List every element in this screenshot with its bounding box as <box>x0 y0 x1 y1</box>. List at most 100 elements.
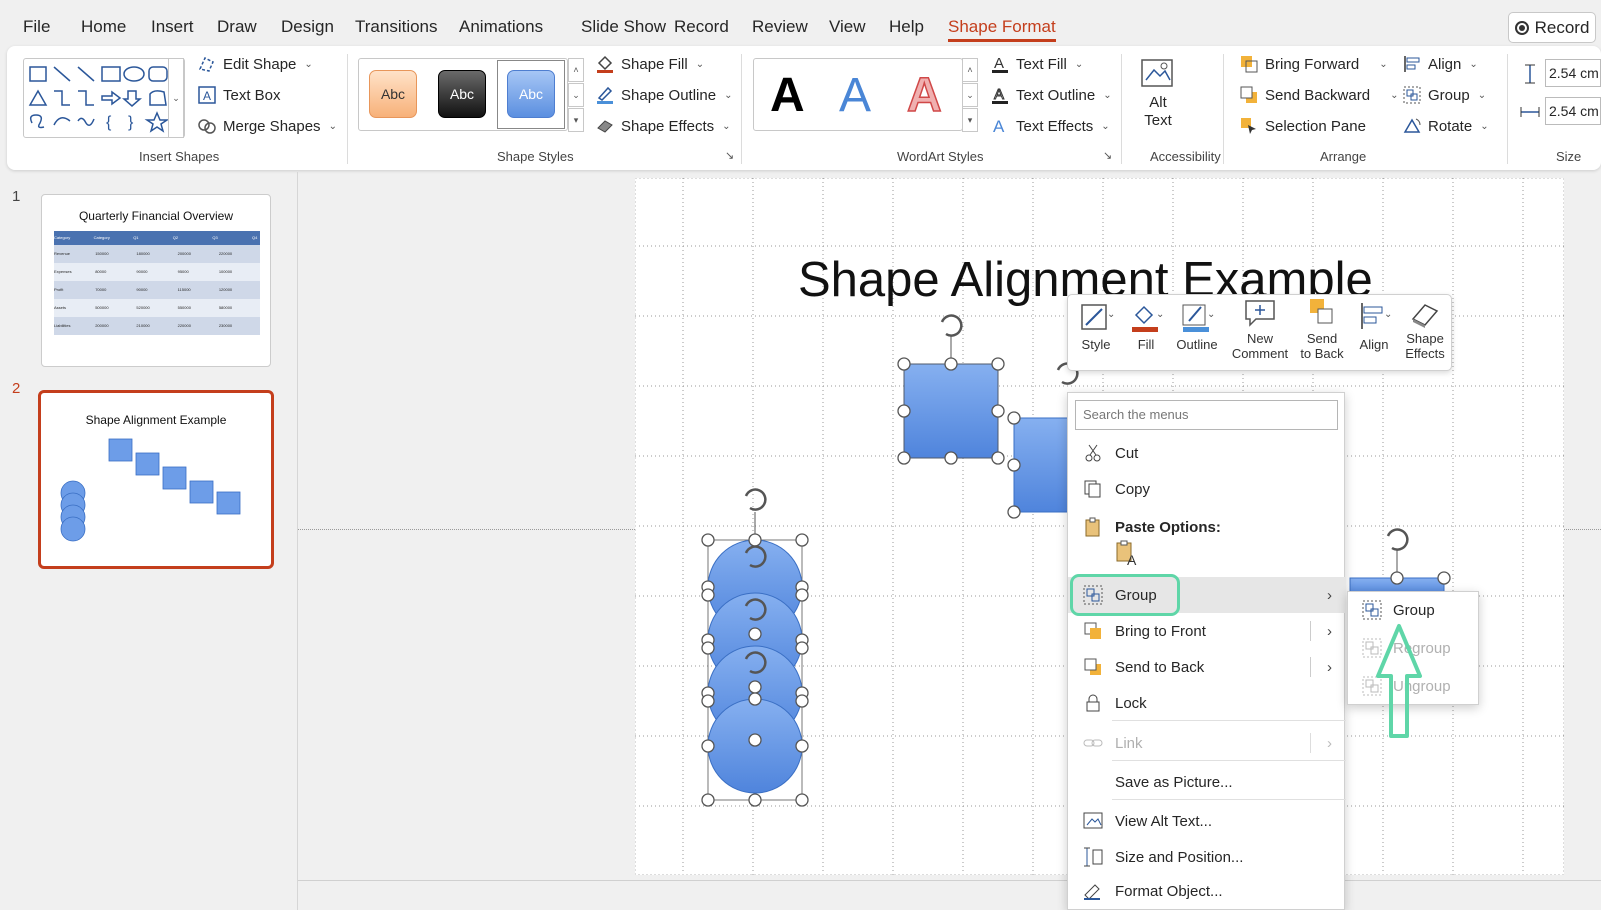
paste-keep-text-only-icon[interactable]: A <box>1115 539 1141 567</box>
shape-height-input[interactable]: 2.54 cm <box>1545 59 1601 87</box>
text-box-icon: A <box>198 86 216 104</box>
ribbon-separator <box>1121 54 1122 164</box>
shape-styles-more[interactable]: ▾ <box>568 108 584 132</box>
outline-pen-icon: ⌄ <box>1182 304 1215 332</box>
rotate-handle-icon[interactable] <box>1386 528 1409 551</box>
ribbon-tab-bar: File Home Insert Draw Design Transitions… <box>0 0 1601 50</box>
text-outline-icon: A <box>992 86 1008 104</box>
record-button[interactable]: Record <box>1508 12 1596 43</box>
tab-shape-format[interactable]: Shape Format <box>948 17 1056 42</box>
text-outline-button[interactable]: A Text Outline ⌄ <box>990 85 1112 105</box>
shape-style-blue[interactable]: Abc <box>507 70 555 118</box>
tab-draw[interactable]: Draw <box>217 17 257 37</box>
mini-outline-button[interactable]: ⌄ Outline <box>1172 297 1222 369</box>
tab-record[interactable]: Record <box>674 17 729 37</box>
mini-align-button[interactable]: ⌄ Align <box>1352 297 1396 369</box>
tab-design[interactable]: Design <box>281 17 334 37</box>
wordart-style-red-outline[interactable]: A <box>906 68 942 123</box>
shape-effects-button[interactable]: Shape Effects ⌄ <box>595 116 731 136</box>
pen-outline-icon <box>597 86 613 104</box>
accessibility-label: Accessibility <box>1150 149 1221 164</box>
menu-item-bring-to-front[interactable]: Bring to Front › <box>1068 613 1346 649</box>
selection-pane-icon <box>1241 118 1256 134</box>
insert-shapes-label: Insert Shapes <box>139 149 220 164</box>
svg-text:A: A <box>993 117 1005 136</box>
svg-text:A: A <box>1127 552 1137 567</box>
wordart-down[interactable]: ⌄ <box>962 83 978 107</box>
menu-item-save-as-picture[interactable]: Save as Picture... <box>1068 764 1346 800</box>
tab-view[interactable]: View <box>829 17 866 37</box>
tab-help[interactable]: Help <box>889 17 924 37</box>
svg-text:⌄: ⌄ <box>1384 309 1392 320</box>
wordart-up[interactable]: ˄ <box>962 58 978 82</box>
shape-effects-icon <box>1411 304 1439 328</box>
shapes-gallery[interactable]: {} <box>23 58 185 138</box>
submenu-arrow-icon: › <box>1327 734 1332 752</box>
submenu-arrow-icon: › <box>1327 658 1332 676</box>
menu-item-view-alt-text[interactable]: View Alt Text... <box>1068 803 1346 839</box>
menu-separator <box>1112 720 1346 721</box>
mini-fill-button[interactable]: ⌄ Fill <box>1124 297 1168 369</box>
tab-insert[interactable]: Insert <box>151 17 194 37</box>
text-fill-icon: A <box>992 55 1008 73</box>
shape-style-orange[interactable]: Abc <box>369 70 417 118</box>
menu-item-size-and-position[interactable]: Size and Position... <box>1068 839 1346 875</box>
menu-item-send-to-back[interactable]: Send to Back › <box>1068 649 1346 685</box>
fill-bucket-icon: ⌄ <box>1132 305 1164 332</box>
lock-icon <box>1086 694 1100 712</box>
shape-fill-button[interactable]: Shape Fill ⌄ <box>595 54 704 74</box>
menu-item-copy[interactable]: Copy <box>1068 471 1346 507</box>
mini-new-comment-button[interactable]: New Comment <box>1228 297 1292 369</box>
align-button[interactable]: Align ⌄ <box>1402 54 1478 74</box>
tab-slide-show[interactable]: Slide Show <box>581 17 666 37</box>
shapes-gallery-scroll[interactable]: ⌄ <box>168 58 184 138</box>
menu-item-lock[interactable]: Lock <box>1068 685 1346 721</box>
send-backward-button[interactable]: Send Backward ⌄ <box>1239 85 1398 105</box>
tab-file[interactable]: File <box>23 17 50 37</box>
tab-animations[interactable]: Animations <box>459 17 543 37</box>
group-ribbon-button[interactable]: Group ⌄ <box>1402 85 1486 105</box>
bring-forward-button[interactable]: Bring Forward ⌄ <box>1239 54 1388 74</box>
tab-transitions[interactable]: Transitions <box>355 17 438 37</box>
shape-width-input[interactable]: 2.54 cm <box>1545 97 1601 125</box>
slide-thumbnail-2[interactable]: Shape Alignment Example <box>38 390 274 569</box>
text-effects-button[interactable]: A Text Effects ⌄ <box>990 116 1110 136</box>
alt-text-button[interactable]: Alt Text <box>1135 56 1181 130</box>
square-shape-1[interactable] <box>897 336 1005 465</box>
shape-styles-up[interactable]: ˄ <box>568 58 584 82</box>
tab-review[interactable]: Review <box>752 17 808 37</box>
square-shape-2[interactable] <box>1007 411 1075 519</box>
shape-styles-dialog-launcher[interactable]: ↘ <box>725 149 734 162</box>
wordart-style-black[interactable]: A <box>770 68 805 123</box>
merge-shapes-button[interactable]: Merge Shapes ⌄ <box>197 116 337 136</box>
wordart-style-blue[interactable]: A <box>839 68 871 123</box>
rotate-button[interactable]: Rotate ⌄ <box>1402 116 1489 136</box>
mini-style-button[interactable]: ⌄ Style <box>1074 297 1118 369</box>
shape-outline-button[interactable]: Shape Outline ⌄ <box>595 85 732 105</box>
square-shape-5[interactable] <box>1349 550 1451 597</box>
menu-item-cut[interactable]: Cut <box>1068 435 1346 471</box>
search-menus-input[interactable]: Search the menus <box>1075 400 1338 430</box>
mini-toolbar: ⌄ Style ⌄ Fill ⌄ Outline New Comment Sen… <box>1067 294 1452 371</box>
rotate-handle-icon[interactable] <box>940 314 963 337</box>
annotation-up-arrow-icon <box>1376 624 1422 738</box>
wordart-more[interactable]: ▾ <box>962 108 978 132</box>
mini-send-to-back-button[interactable]: Send to Back <box>1296 297 1348 369</box>
wordart-dialog-launcher[interactable]: ↘ <box>1103 149 1112 162</box>
tab-home[interactable]: Home <box>81 17 126 37</box>
selection-pane-button[interactable]: Selection Pane <box>1239 116 1366 136</box>
shape-styles-down[interactable]: ⌄ <box>568 83 584 107</box>
text-box-button[interactable]: A Text Box <box>197 85 281 105</box>
alt-text-icon <box>1141 59 1173 87</box>
slide-thumbnail-1[interactable]: Quarterly Financial Overview Category Cat… <box>41 194 271 367</box>
alt-text-icon <box>1083 812 1103 829</box>
send-to-back-icon <box>1084 658 1101 675</box>
svg-text:A: A <box>203 89 211 103</box>
circle-shapes-stack[interactable] <box>701 512 809 807</box>
shape-width-icon <box>1520 107 1540 117</box>
text-fill-button[interactable]: A Text Fill ⌄ <box>990 54 1083 74</box>
menu-item-format-object[interactable]: Format Object... <box>1068 873 1346 909</box>
mini-shape-effects-button[interactable]: Shape Effects <box>1400 297 1450 369</box>
shape-style-dark[interactable]: Abc <box>438 70 486 118</box>
edit-shape-button[interactable]: Edit Shape ⌄ <box>197 54 313 74</box>
